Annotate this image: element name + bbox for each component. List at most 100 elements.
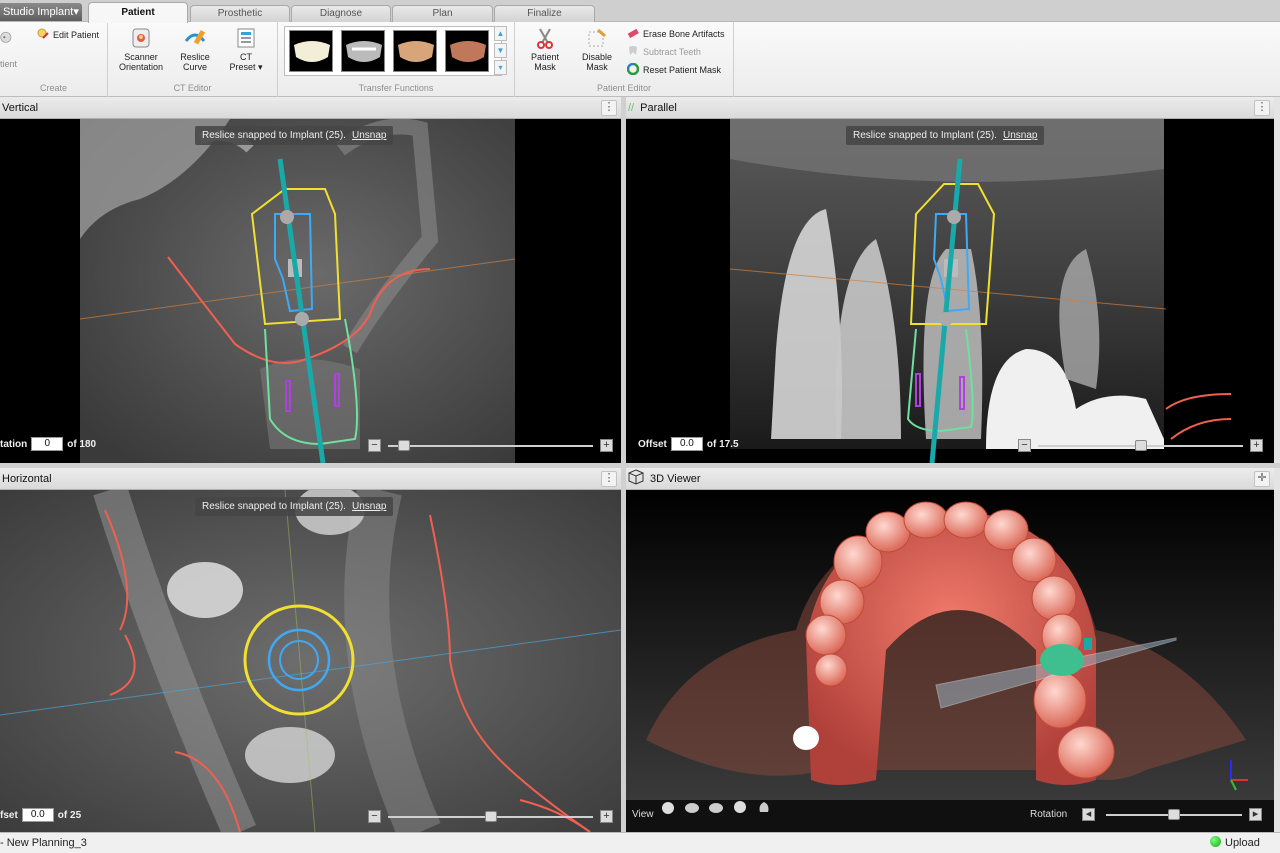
- horizontal-slice-view[interactable]: Reslice snapped to Implant (25). Unsnap f…: [0, 490, 621, 832]
- ct-preset-button[interactable]: CT Preset ▾: [226, 27, 266, 72]
- disable-mask-button[interactable]: Disable Mask: [577, 27, 617, 72]
- patient-mask-button[interactable]: Patient Mask: [525, 27, 565, 72]
- view-left-icon[interactable]: [684, 800, 700, 816]
- panel-menu-button[interactable]: ⋮: [1254, 100, 1270, 116]
- subtract-teeth-button[interactable]: Subtract Teeth: [627, 45, 701, 58]
- tab-diagnose[interactable]: Diagnose: [291, 5, 391, 22]
- disable-mask-icon: [588, 28, 606, 47]
- tf-thumb-soft[interactable]: [445, 30, 489, 72]
- disable-mask-label-1: Disable: [581, 52, 612, 62]
- group-label-ct-editor: CT Editor: [173, 83, 212, 93]
- slider-minus-button[interactable]: −: [1018, 439, 1031, 452]
- tf-scroll-down-button[interactable]: ▼: [494, 43, 507, 58]
- group-patient-editor: Patient Mask Disable Mask Erase Bone Artif…: [515, 22, 734, 97]
- panel-title-parallel: Parallel: [640, 102, 677, 114]
- disable-mask-label-2: Mask: [586, 62, 608, 72]
- planning-name: - New Planning_3: [0, 837, 87, 849]
- reslice-curve-icon: [184, 29, 206, 45]
- reset-patient-mask-button[interactable]: Reset Patient Mask: [627, 63, 721, 76]
- subtract-teeth-label: Subtract Teeth: [643, 47, 701, 57]
- 3d-render-view[interactable]: View Rotation ◂ ▸: [626, 490, 1274, 832]
- slider-thumb-vertical[interactable]: [397, 440, 410, 451]
- patient-mask-label-1: Patient: [530, 52, 560, 62]
- reset-mask-label: Reset Patient Mask: [643, 65, 722, 75]
- slider-minus-button[interactable]: −: [368, 439, 381, 452]
- parallel-icon: //: [628, 102, 635, 114]
- new-patient-button[interactable]: [0, 27, 20, 52]
- panel-title-vertical: Vertical: [2, 102, 39, 114]
- new-patient-label: tient: [0, 59, 18, 69]
- upload-status[interactable]: Upload Cen: [1210, 833, 1280, 853]
- tf-thumb-skin[interactable]: [393, 30, 437, 72]
- unsnap-link-horizontal[interactable]: Unsnap: [352, 501, 386, 512]
- erase-bone-artifacts-button[interactable]: Erase Bone Artifacts: [627, 27, 725, 40]
- dropdown-arrow-icon: ▾: [258, 62, 263, 72]
- reslice-curve-button[interactable]: Reslice Curve: [172, 27, 218, 72]
- slider-thumb-parallel[interactable]: [1134, 440, 1147, 451]
- tf-thumb-gray[interactable]: [341, 30, 385, 72]
- slider-thumb-3d[interactable]: [1168, 809, 1180, 820]
- tf-expand-button[interactable]: ▾: [494, 60, 507, 75]
- move-icon[interactable]: ✛: [1254, 471, 1270, 487]
- panel-menu-button[interactable]: ⋮: [601, 100, 617, 116]
- slider-3d-rotation: ◂ ▸: [1082, 808, 1262, 822]
- rotate-right-button[interactable]: ▸: [1249, 808, 1262, 821]
- tooth-icon: [629, 46, 637, 55]
- panel-header-parallel: // Parallel ⋮: [626, 97, 1274, 119]
- view-top-icon[interactable]: [732, 800, 748, 816]
- offset-input-horizontal[interactable]: 0.0: [21, 808, 54, 822]
- parallel-slice-view[interactable]: Reslice snapped to Implant (25). Unsnap O…: [626, 119, 1274, 463]
- rotate-left-button[interactable]: ◂: [1082, 808, 1095, 821]
- tf-scroll-up-button[interactable]: ▲: [494, 26, 507, 41]
- tab-finalize[interactable]: Finalize: [494, 5, 595, 22]
- edit-patient-button[interactable]: Edit Patient: [37, 28, 99, 41]
- scanner-orientation-button[interactable]: Scanner Orientation: [116, 27, 166, 72]
- app-menu-button[interactable]: Studio Implant▾: [0, 3, 82, 21]
- tab-plan[interactable]: Plan: [392, 5, 493, 22]
- rotation-input-vertical[interactable]: 0: [31, 437, 64, 451]
- group-transfer-functions: ▲ ▼ ▾ Transfer Functions: [278, 22, 515, 97]
- tab-strip: Studio Implant▾ Patient Prosthetic Diagn…: [0, 0, 1280, 23]
- snap-text-horizontal: Reslice snapped to Implant (25).: [202, 501, 346, 512]
- panel-menu-button[interactable]: ⋮: [601, 471, 617, 487]
- slider-horizontal: − +: [368, 810, 613, 824]
- rotation-label-3d: Rotation: [1030, 809, 1068, 820]
- vertical-ct-image: [79, 119, 516, 463]
- snap-notice-vertical: Reslice snapped to Implant (25). Unsnap: [195, 126, 394, 145]
- offset-input-parallel[interactable]: 0.0: [670, 437, 703, 451]
- eraser-icon: [627, 28, 639, 39]
- erase-bone-label: Erase Bone Artifacts: [643, 29, 725, 39]
- reslice-label-1: Reslice: [180, 52, 210, 62]
- snap-notice-horizontal: Reslice snapped to Implant (25). Unsnap: [195, 497, 394, 516]
- slider-thumb-horizontal[interactable]: [484, 811, 497, 822]
- slider-plus-button[interactable]: +: [600, 810, 613, 823]
- 3d-view-toolbar: View Rotation ◂ ▸: [626, 800, 1274, 832]
- app-menu-label: Studio Implant: [3, 6, 74, 18]
- slider-track-vertical[interactable]: [388, 445, 593, 447]
- tf-scroll-controls: ▲ ▼ ▾: [494, 26, 507, 76]
- snap-notice-parallel: Reslice snapped to Implant (25). Unsnap: [846, 126, 1045, 145]
- rotation-label-vertical: tation: [0, 439, 28, 450]
- tf-gray-icon: [346, 41, 382, 62]
- panel-title-3d-viewer: 3D Viewer: [650, 473, 701, 485]
- slider-plus-button[interactable]: +: [1250, 439, 1263, 452]
- ct-preset-label-2: Preset: [229, 62, 256, 72]
- view-bottom-icon[interactable]: [756, 800, 772, 816]
- reset-icon: [627, 63, 639, 75]
- vertical-slice-view[interactable]: Reslice snapped to Implant (25). Unsnap t…: [0, 119, 621, 463]
- group-create: tient Edit Patient Create: [0, 22, 108, 97]
- panel-parallel: // Parallel ⋮ Reslice snapped to Implant …: [626, 97, 1274, 463]
- unsnap-link-vertical[interactable]: Unsnap: [352, 130, 386, 141]
- group-label-create: Create: [39, 83, 67, 93]
- view-front-icon[interactable]: [660, 800, 676, 816]
- view-right-icon[interactable]: [708, 800, 724, 816]
- slider-minus-button[interactable]: −: [368, 810, 381, 823]
- tab-prosthetic[interactable]: Prosthetic: [190, 5, 290, 22]
- slider-plus-button[interactable]: +: [600, 439, 613, 452]
- app-window: Studio Implant▾ Patient Prosthetic Diagn…: [0, 0, 1280, 853]
- rotation-range-vertical: of 180: [67, 439, 97, 450]
- unsnap-link-parallel[interactable]: Unsnap: [1003, 130, 1037, 141]
- offset-label-parallel: Offset: [638, 439, 667, 450]
- tab-patient[interactable]: Patient: [88, 2, 188, 23]
- tf-thumb-bone[interactable]: [289, 30, 333, 72]
